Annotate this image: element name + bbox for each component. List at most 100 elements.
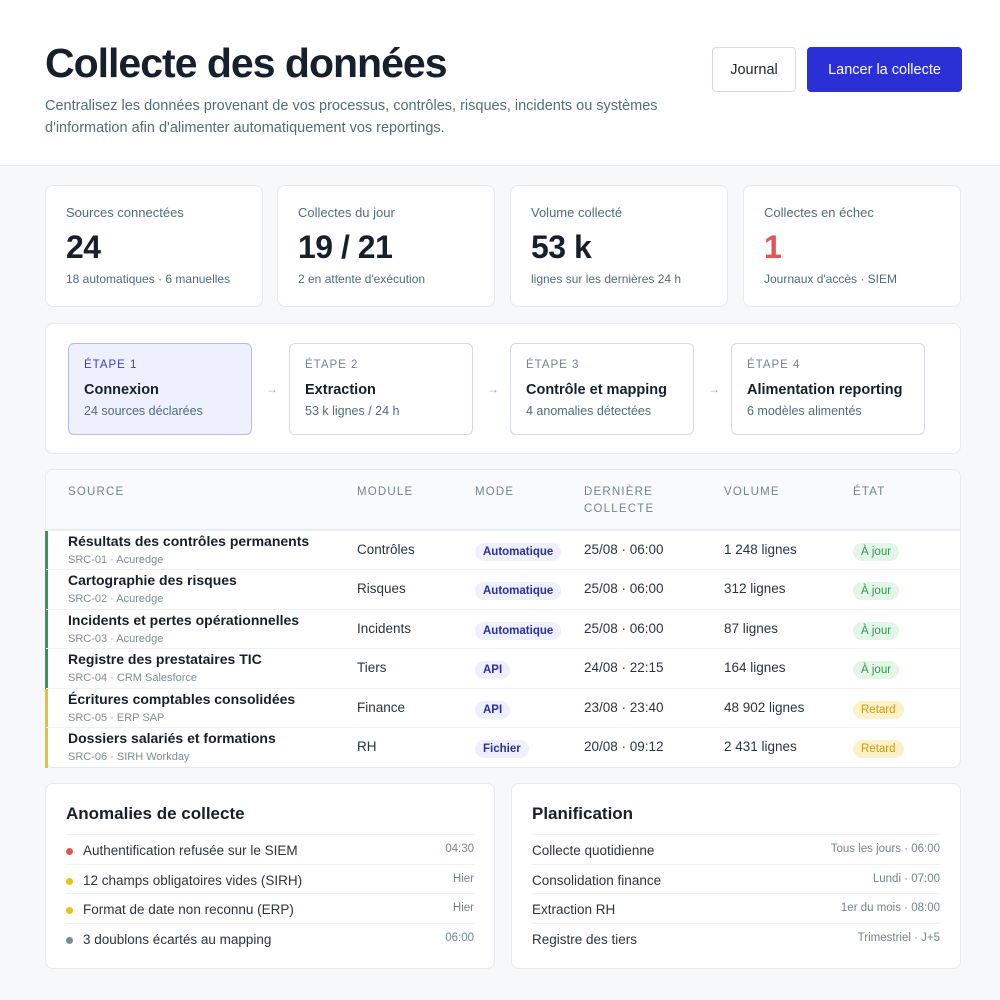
module-cell: Finance (357, 700, 406, 715)
module-cell: Contrôles (357, 542, 415, 557)
mode-badge: Automatique (475, 543, 562, 561)
stat-note: lignes sur les dernières 24 h (531, 272, 682, 286)
step-number: ÉTAPE 1 (84, 359, 138, 371)
source-name: Registre des prestataires TIC (68, 651, 262, 667)
anomaly-text: Authentification refusée sur le SIEM (83, 843, 298, 858)
mode-badge: Fichier (475, 740, 529, 758)
table-row[interactable]: Registre des prestataires TIC SRC-04 · C… (45, 648, 960, 689)
source-name: Dossiers salariés et formations (68, 730, 276, 746)
source-name: Écritures comptables consolidées (68, 691, 296, 707)
anomaly-item[interactable]: 12 champs obligatoires vides (SIRH) Hier (66, 864, 474, 894)
table-row[interactable]: Dossiers salariés et formations SRC-06 ·… (45, 727, 960, 768)
source-id: SRC-02 · Acuredge (68, 593, 164, 605)
source-id: SRC-05 · ERP SAP (68, 712, 165, 724)
status-indicator (45, 610, 48, 650)
planning-panel: Planification Collecte quotidienne Tous … (511, 783, 961, 969)
schedule-time: Tous les jours · 06:00 (830, 843, 940, 855)
table-row[interactable]: Cartographie des risques SRC-02 · Acured… (45, 569, 960, 610)
schedule-time: 1er du mois · 08:00 (840, 902, 940, 914)
anomaly-text: 12 champs obligatoires vides (SIRH) (83, 873, 303, 888)
step-desc: 4 anomalies détectées (526, 404, 652, 418)
stat-note: Journaux d'accès · SIEM (764, 272, 898, 286)
module-cell: Tiers (357, 660, 387, 675)
pipeline-steps: ÉTAPE 1 Connexion 24 sources déclarées →… (45, 323, 961, 454)
stat-value: 53 k (531, 229, 592, 265)
schedule-item[interactable]: Extraction RH 1er du mois · 08:00 (532, 893, 940, 923)
mode-badge: API (475, 701, 511, 719)
anomaly-item[interactable]: Format de date non reconnu (ERP) Hier (66, 893, 474, 923)
status-badge: Retard (853, 701, 904, 719)
status-dot-icon (66, 878, 73, 885)
column-header-source: SOURCE (68, 486, 125, 498)
source-id: SRC-04 · CRM Salesforce (68, 672, 197, 684)
volume-cell: 2 431 lignes (724, 739, 797, 754)
step-number: ÉTAPE 3 (526, 359, 580, 371)
schedule-time: Trimestriel · J+5 (857, 932, 940, 944)
volume-cell: 87 lignes (724, 621, 779, 636)
status-dot-icon (66, 907, 73, 914)
anomalies-panel: Anomalies de collecte Authentification r… (45, 783, 495, 969)
status-dot-icon (66, 937, 73, 944)
journal-button[interactable]: Journal (712, 47, 796, 92)
schedule-text: Consolidation finance (532, 873, 662, 888)
planning-title: Planification (532, 804, 634, 823)
step-connexion[interactable]: ÉTAPE 1 Connexion 24 sources déclarées (68, 343, 252, 435)
last-collect-cell: 25/08 · 06:00 (584, 542, 664, 557)
step-controle-mapping[interactable]: ÉTAPE 3 Contrôle et mapping 4 anomalies … (510, 343, 694, 435)
status-indicator (45, 689, 48, 729)
volume-cell: 312 lignes (724, 581, 786, 596)
stat-card-volume: Volume collecté 53 k lignes sur les dern… (510, 185, 728, 307)
module-cell: Incidents (357, 621, 412, 636)
stat-label: Volume collecté (531, 205, 623, 220)
volume-cell: 164 lignes (724, 660, 786, 675)
column-header-state: ÉTAT (853, 486, 886, 498)
schedule-text: Registre des tiers (532, 932, 638, 947)
source-id: SRC-01 · Acuredge (68, 554, 164, 566)
column-header-mode: MODE (475, 486, 515, 498)
step-number: ÉTAPE 2 (305, 359, 359, 371)
anomaly-item[interactable]: Authentification refusée sur le SIEM 04:… (66, 834, 474, 864)
schedule-item[interactable]: Consolidation finance Lundi · 07:00 (532, 864, 940, 894)
step-extraction[interactable]: ÉTAPE 2 Extraction 53 k lignes / 24 h (289, 343, 473, 435)
launch-collect-button[interactable]: Lancer la collecte (807, 47, 962, 92)
anomaly-item[interactable]: 3 doublons écartés au mapping 06:00 (66, 923, 474, 953)
schedule-item[interactable]: Collecte quotidienne Tous les jours · 06… (532, 834, 940, 864)
volume-cell: 1 248 lignes (724, 542, 797, 557)
schedule-item[interactable]: Registre des tiers Trimestriel · J+5 (532, 923, 940, 953)
step-title: Alimentation reporting (747, 382, 903, 398)
step-title: Extraction (305, 382, 376, 398)
column-header-last-line2: COLLECTE (584, 503, 655, 515)
volume-cell: 48 902 lignes (724, 700, 805, 715)
status-dot-icon (66, 848, 73, 855)
schedule-time: Lundi · 07:00 (872, 873, 940, 885)
sources-table: SOURCE MODULE MODE DERNIÈRE COLLECTE VOL… (45, 469, 961, 768)
mode-badge: Automatique (475, 622, 562, 640)
table-row[interactable]: Écritures comptables consolidées SRC-05 … (45, 688, 960, 729)
page-title: Collecte des données (45, 40, 448, 86)
status-indicator (45, 570, 48, 610)
column-header-module: MODULE (357, 486, 414, 498)
module-cell: RH (357, 739, 377, 754)
source-id: SRC-03 · Acuredge (68, 633, 164, 645)
last-collect-cell: 25/08 · 06:00 (584, 581, 664, 596)
arrow-right-icon: → (708, 382, 720, 396)
stat-label: Collectes du jour (298, 205, 395, 220)
status-badge: À jour (853, 543, 900, 561)
last-collect-cell: 20/08 · 09:12 (584, 739, 664, 754)
stat-card-sources: Sources connectées 24 18 automatiques · … (45, 185, 263, 307)
anomaly-time: Hier (452, 873, 474, 885)
step-alimentation[interactable]: ÉTAPE 4 Alimentation reporting 6 modèles… (731, 343, 925, 435)
mode-badge: API (475, 661, 511, 679)
mode-badge: Automatique (475, 582, 562, 600)
source-id: SRC-06 · SIRH Workday (68, 751, 190, 763)
column-header-last-line1: DERNIÈRE (584, 486, 654, 498)
step-number: ÉTAPE 4 (747, 359, 801, 371)
source-name: Cartographie des risques (68, 572, 237, 588)
source-name: Incidents et pertes opérationnelles (68, 612, 300, 628)
table-row[interactable]: Incidents et pertes opérationnelles SRC-… (45, 609, 960, 650)
table-row[interactable]: Résultats des contrôles permanents SRC-0… (45, 530, 960, 571)
stat-label: Collectes en échec (764, 205, 874, 220)
page-subtitle: Centralisez les données provenant de vos… (45, 98, 658, 136)
anomaly-text: 3 doublons écartés au mapping (83, 932, 272, 947)
source-name: Résultats des contrôles permanents (68, 533, 310, 549)
